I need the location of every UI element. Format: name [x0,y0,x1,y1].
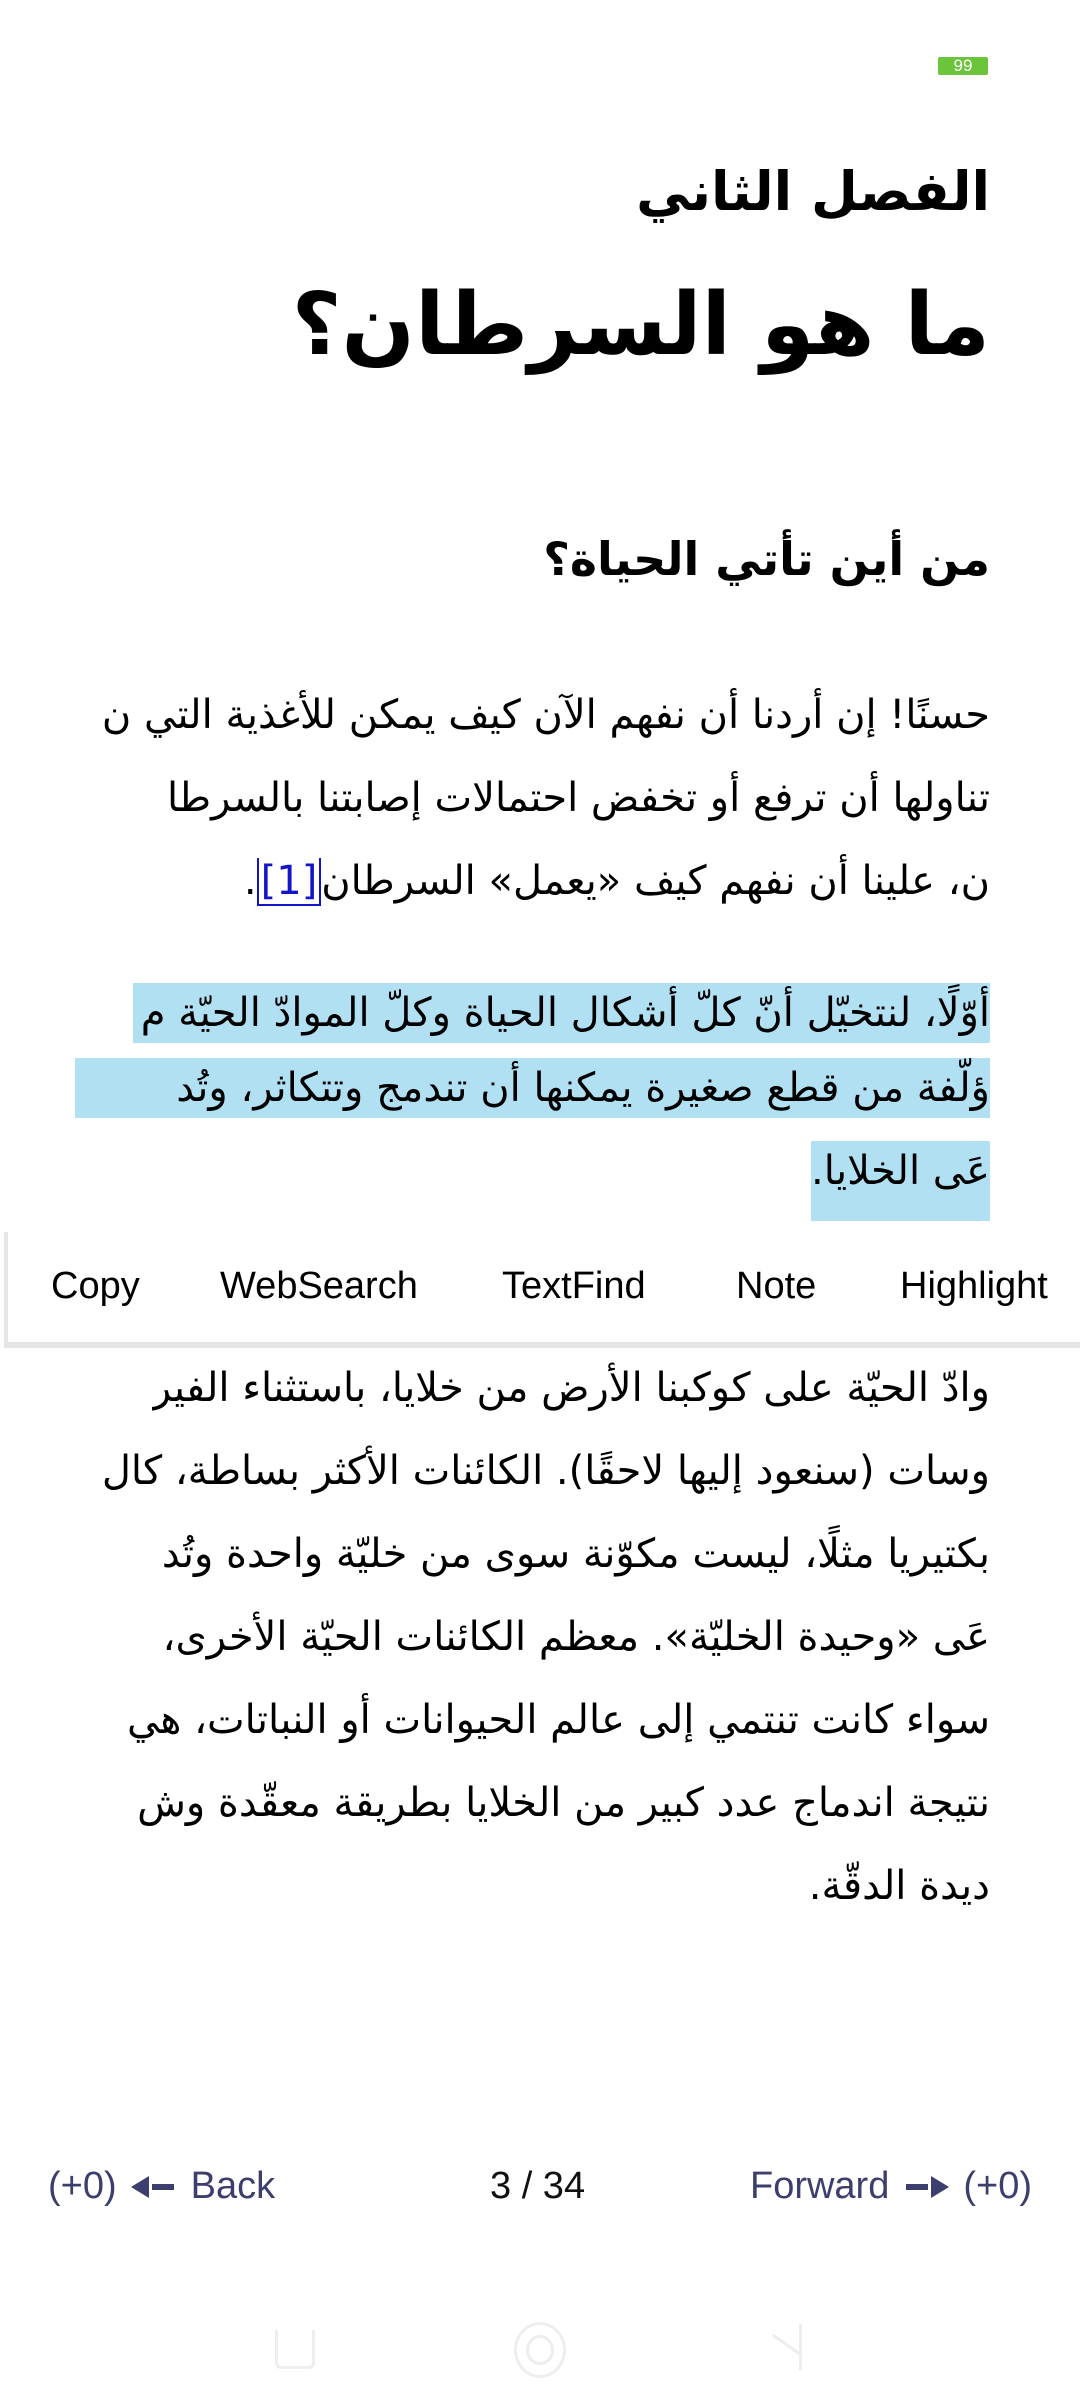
paragraph-line[interactable]: ديدة الدقّة. [809,1856,990,1916]
paragraph-line[interactable]: سواء كانت تنتمي إلى عالم الحيوانات أو ال… [127,1690,990,1750]
arrow-right-icon [903,2175,950,2198]
selected-line[interactable]: ؤلّفة من قطع صغيرة يمكنها أن تندمج وتتكا… [75,1058,990,1118]
battery-indicator: 99 [938,57,988,75]
paragraph-line[interactable]: وادّ الحيّة على كوكبنا الأرض من خلايا، ب… [152,1358,990,1418]
selected-line[interactable]: أوّلًا، لنتخيّل أنّ كلّ أشكال الحياة وكل… [132,983,990,1043]
section-title: من أين تأتي الحياة؟ [543,532,990,586]
paragraph-line[interactable]: حسنًا! إن أردنا أن نفهم الآن كيف يمكن لل… [102,685,990,745]
chapter-title: ما هو السرطان؟ [291,275,990,375]
back-icon[interactable] [768,2324,802,2370]
paragraph-period: . [243,858,257,904]
chapter-label: الفصل الثاني [636,160,990,223]
forward-label: Forward [749,2165,890,2207]
text-find-button[interactable]: TextFind [502,1265,646,1308]
paragraph-line[interactable]: ن، علينا أن نفهم كيف «يعمل» السرطان[1]. [244,851,990,911]
system-navigation-bar [0,2310,1080,2380]
home-icon[interactable] [514,2322,566,2378]
back-button[interactable]: (+0) Back [48,2165,275,2208]
web-search-button[interactable]: WebSearch [220,1265,418,1308]
back-count: (+0) [48,2165,117,2207]
arrow-left-icon [130,2175,177,2198]
paragraph-line[interactable]: بكتيريا مثلًا، ليست مكوّنة سوى من خليّة … [162,1524,990,1584]
paragraph-line[interactable]: عَى «وحيدة الخليّة». معظم الكائنات الحيّ… [163,1607,990,1667]
page-navigation: (+0) Back 3 / 34 Forward (+0) [0,2165,1080,2225]
copy-button[interactable]: Copy [51,1265,140,1308]
footnote-link[interactable]: [1] [256,858,322,906]
page-indicator: 3 / 34 [490,2165,586,2207]
paragraph-line[interactable]: وسات (سنعود إليها لاحقًا). الكائنات الأك… [102,1441,990,1501]
highlight-button[interactable]: Highlight [900,1265,1048,1308]
forward-button[interactable]: Forward (+0) [750,2165,1032,2208]
paragraph-line[interactable]: نتيجة اندماج عدد كبير من الخلايا بطريقة … [137,1773,990,1833]
text-selection-menu: Copy WebSearch TextFind Note Highlight [4,1232,1080,1348]
recent-apps-icon[interactable] [275,2330,315,2369]
paragraph-line[interactable]: تناولها أن ترفع أو تخفض احتمالات إصابتنا… [167,768,990,828]
note-button[interactable]: Note [736,1265,816,1308]
selected-line[interactable]: عَى الخلايا. [811,1141,990,1221]
reader-page: 99 الفصل الثاني ما هو السرطان؟ من أين تأ… [0,0,1080,2400]
paragraph-text: ن، علينا أن نفهم كيف «يعمل» السرطان [321,858,990,904]
back-label: Back [190,2165,276,2207]
forward-count: (+0) [963,2165,1032,2207]
